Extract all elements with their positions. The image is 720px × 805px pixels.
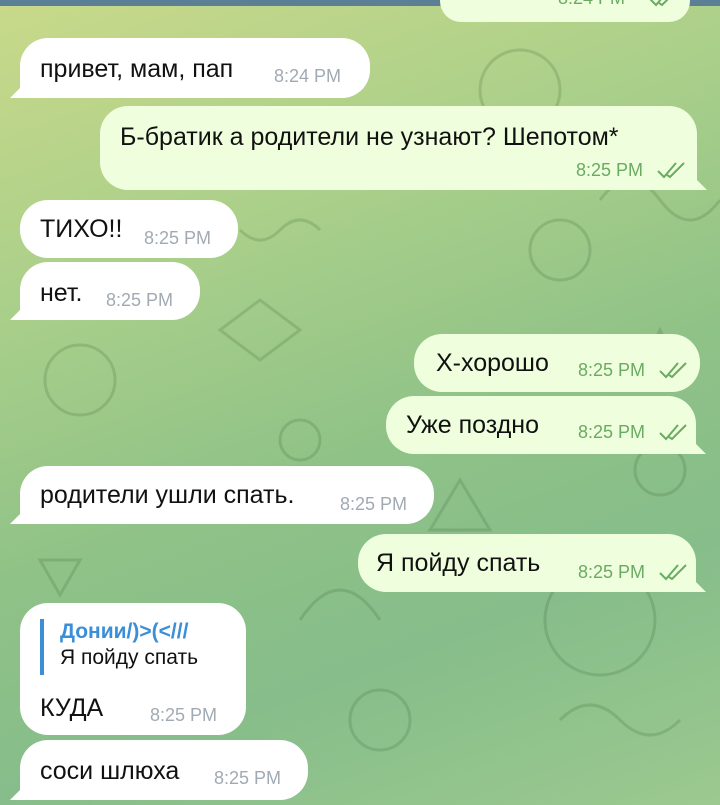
bubble-tail <box>10 782 28 800</box>
message-time: 8:25 PM <box>214 768 282 788</box>
reply-quote[interactable]: Донии/)>(</// Я пойду спать <box>40 619 246 675</box>
message-text: привет, мам, пап <box>40 55 234 83</box>
message-time: 8:25 PM <box>106 290 174 310</box>
read-double-check-icon <box>659 564 687 581</box>
reply-quoted-text: Я пойду спать <box>60 646 199 669</box>
message-text: родители ушли спать. <box>40 481 295 509</box>
incoming-message[interactable]: родители ушли спать. 8:25 PM <box>10 466 434 524</box>
outgoing-message[interactable]: Х-хорошо 8:25 PM <box>414 334 700 392</box>
message-time: 8:25 PM <box>576 160 644 180</box>
message-time: 8:25 PM <box>144 228 212 248</box>
bubble-tail <box>688 574 706 592</box>
incoming-message[interactable]: привет, мам, пап 8:24 PM <box>10 38 370 98</box>
message-bubble-partial[interactable]: 8:24 PM <box>440 0 690 22</box>
bubble-tail <box>10 506 28 524</box>
incoming-message[interactable]: соси шлюха 8:25 PM <box>10 740 308 800</box>
message-time: 8:25 PM <box>340 494 408 514</box>
outgoing-message[interactable]: Б-братик а родители не узнают? Шепотом* … <box>100 106 707 190</box>
read-double-check-icon <box>657 162 685 179</box>
message-time: 8:24 PM <box>274 66 342 86</box>
reply-author: Донии/)>(</// <box>60 620 189 643</box>
read-double-check-icon <box>659 424 687 441</box>
message-time: 8:25 PM <box>578 360 646 380</box>
bubble-tail <box>688 436 706 454</box>
message-text: Б-братик а родители не узнают? Шепотом* <box>120 123 619 151</box>
message-text: ТИХО!! <box>40 215 123 243</box>
message-time: 8:25 PM <box>578 422 646 442</box>
bubble-tail <box>10 302 28 320</box>
incoming-reply-message[interactable]: Донии/)>(</// Я пойду спать КУДА 8:25 PM <box>20 603 246 735</box>
incoming-message[interactable]: ТИХО!! 8:25 PM <box>20 200 238 258</box>
message-text: Я пойду спать <box>376 549 541 577</box>
message-time: 8:25 PM <box>150 705 218 725</box>
incoming-message[interactable]: нет. 8:25 PM <box>10 262 200 320</box>
message-text: нет. <box>40 279 83 307</box>
message-time: 8:25 PM <box>578 562 646 582</box>
message-text: Уже поздно <box>406 411 539 439</box>
outgoing-message[interactable]: Я пойду спать 8:25 PM <box>358 534 706 592</box>
message-text: КУДА <box>40 694 104 722</box>
bubble-tail <box>10 80 28 98</box>
message-time: 8:24 PM <box>558 0 625 8</box>
outgoing-message[interactable]: Уже поздно 8:25 PM <box>386 396 706 454</box>
message-text: Х-хорошо <box>436 349 549 377</box>
bubble-tail <box>689 172 707 190</box>
read-double-check-icon <box>659 362 687 379</box>
message-text: соси шлюха <box>40 757 180 785</box>
read-double-check-icon <box>649 0 669 7</box>
